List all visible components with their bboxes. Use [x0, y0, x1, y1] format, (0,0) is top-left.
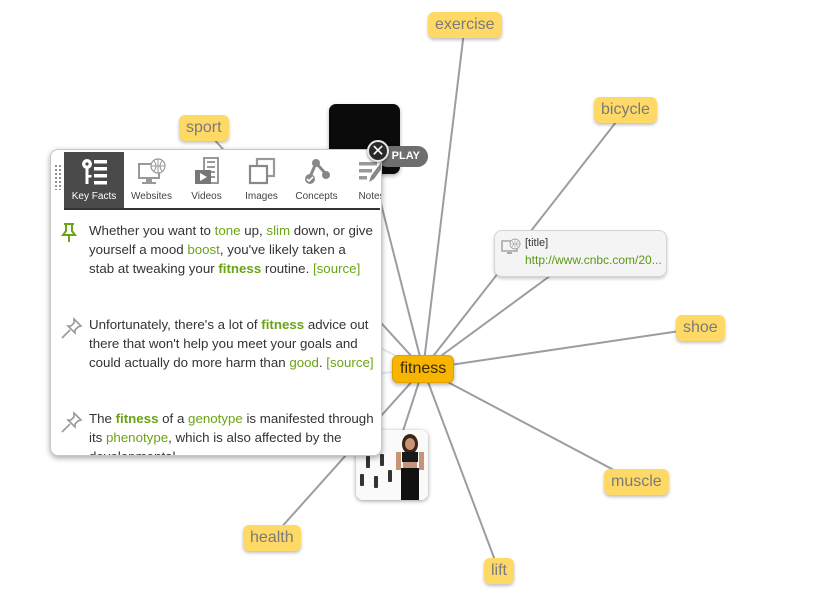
website-card[interactable]: [title] http://www.cnbc.com/20...	[494, 230, 667, 277]
concept-link[interactable]: phenotype	[106, 430, 168, 445]
fact-text-segment: of a	[158, 411, 189, 426]
close-panel-button[interactable]: ✕	[367, 140, 389, 162]
edge-shoe	[422, 327, 701, 370]
source-link[interactable]: [source]	[313, 261, 360, 276]
fact-text-segment: Whether you want to	[89, 223, 215, 238]
film-play-icon	[194, 157, 219, 184]
fact-text-segment: Unfortunately, there's a lot of	[89, 317, 262, 332]
pin-icon[interactable]	[61, 411, 83, 438]
node-lift[interactable]: lift	[484, 558, 514, 584]
tab-label: Videos	[191, 191, 222, 202]
edge-muscle	[422, 368, 637, 483]
tab-websites[interactable]: Websites	[124, 152, 179, 208]
pin-icon[interactable]	[61, 317, 83, 344]
photos-icon	[248, 157, 275, 185]
concept-link[interactable]: genotype	[188, 411, 243, 426]
fact-text-segment: The	[89, 411, 116, 426]
tab-label: Key Facts	[71, 191, 117, 202]
concept-link[interactable]: fitness	[218, 261, 261, 276]
globe-monitor-icon	[137, 158, 166, 184]
panel-tabs: Key Facts Websites Videos Images Concept…	[64, 152, 382, 208]
concept-link[interactable]: fitness	[261, 317, 304, 332]
drag-handle[interactable]	[54, 164, 62, 190]
fact-text: Unfortunately, there's a lot of fitness …	[89, 315, 374, 372]
tab-videos[interactable]: Videos	[179, 152, 234, 208]
website-url[interactable]: http://www.cnbc.com/20...	[525, 253, 662, 267]
node-health[interactable]: health	[243, 525, 301, 551]
concept-link[interactable]: tone	[215, 223, 241, 238]
globe-monitor-icon	[501, 238, 521, 263]
concept-graph-icon	[304, 159, 330, 184]
pin-icon-pinned[interactable]	[61, 223, 77, 248]
concept-link[interactable]: slim	[266, 223, 290, 238]
fact-text-segment: routine.	[261, 261, 313, 276]
tab-label: Notes	[358, 191, 382, 202]
edge-lift	[422, 368, 500, 572]
key-list-icon	[82, 159, 107, 185]
fact-text: The fitness of a genotype is manifested …	[89, 409, 374, 455]
source-link[interactable]: [source]	[326, 355, 373, 370]
node-exercise[interactable]: exercise	[428, 12, 502, 38]
fact-text: Whether you want to tone up, slim down, …	[89, 221, 374, 278]
close-icon: ✕	[371, 143, 385, 160]
tab-label: Concepts	[295, 191, 338, 202]
fact-text-segment: up,	[240, 223, 267, 238]
node-bicycle[interactable]: bicycle	[594, 97, 657, 123]
tab-underline	[64, 208, 380, 210]
node-fitness-center[interactable]: fitness	[392, 355, 455, 383]
key-facts-panel: Key Facts Websites Videos Images Concept…	[50, 149, 382, 456]
concept-link[interactable]: boost	[187, 242, 220, 257]
website-title: [title]	[525, 237, 549, 249]
node-shoe[interactable]: shoe	[676, 315, 725, 341]
edge-exercise	[422, 24, 466, 370]
node-sport[interactable]: sport	[179, 115, 229, 141]
concept-link[interactable]: fitness	[116, 411, 159, 426]
tab-images[interactable]: Images	[234, 152, 289, 208]
tab-label: Websites	[131, 191, 172, 202]
tab-key-facts[interactable]: Key Facts	[64, 152, 124, 208]
tab-concepts[interactable]: Concepts	[289, 152, 344, 208]
node-muscle[interactable]: muscle	[604, 469, 669, 495]
concept-link[interactable]: good	[289, 355, 319, 370]
tab-label: Images	[245, 191, 278, 202]
